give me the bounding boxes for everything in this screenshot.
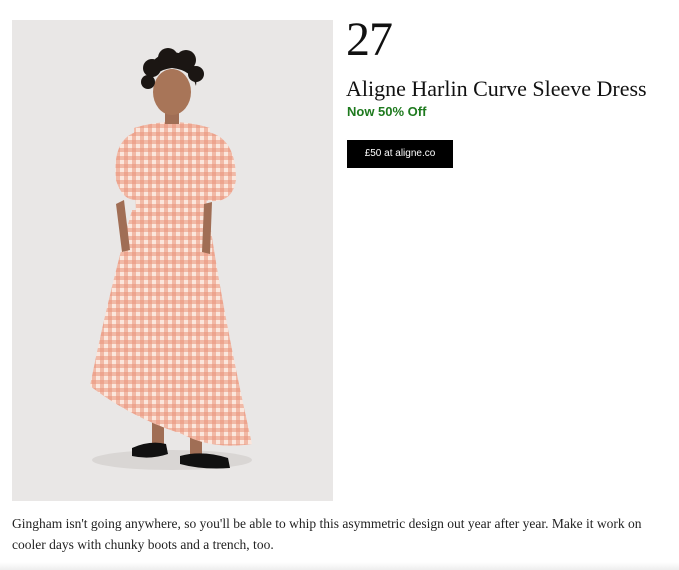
bottom-divider: [0, 562, 679, 570]
product-title: Aligne Harlin Curve Sleeve Dress: [346, 76, 647, 101]
buy-button[interactable]: £50 at aligne.co: [347, 140, 453, 168]
product-image: [12, 20, 333, 501]
product-description: Gingham isn't going anywhere, so you'll …: [12, 516, 642, 552]
dress-photo-illustration: [12, 20, 333, 501]
discount-label: Now 50% Off: [347, 104, 427, 119]
product-rank: 27: [346, 13, 393, 66]
